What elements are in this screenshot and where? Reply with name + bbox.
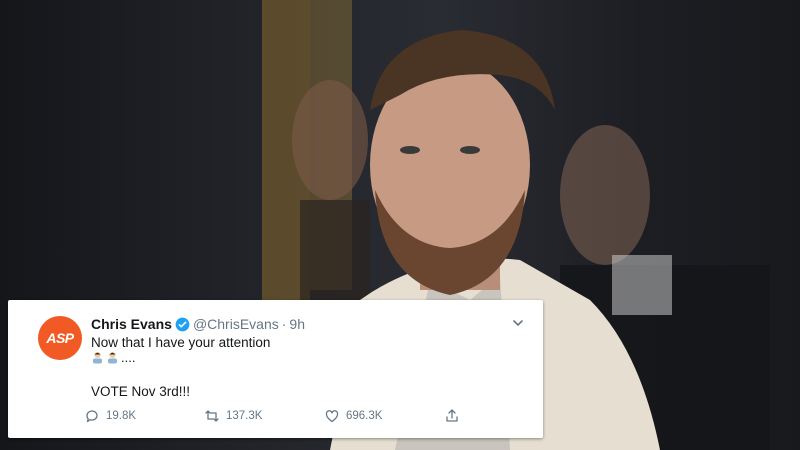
like-count: 696.3K: [346, 410, 383, 422]
share-icon: [446, 409, 458, 422]
heart-icon: [325, 410, 339, 423]
user-handle[interactable]: @ChrisEvans: [193, 316, 279, 332]
tweet-card[interactable]: ASP Chris Evans @ChrisEvans · 9h Now tha…: [8, 300, 543, 438]
like-button[interactable]: 696.3K: [324, 408, 382, 424]
man-technologist-emoji-icon-2: [106, 351, 119, 364]
tweet-timestamp[interactable]: 9h: [289, 316, 305, 332]
blurred-person-right: [560, 125, 650, 265]
reply-icon: [86, 410, 98, 423]
share-button[interactable]: [444, 408, 460, 424]
separator-dot: ·: [281, 316, 287, 332]
retweet-icon: [205, 410, 219, 422]
emoji-row: ....: [91, 350, 135, 365]
tweet-text-line2: VOTE Nov 3rd!!!: [91, 384, 191, 399]
verified-badge-icon: [175, 317, 190, 332]
avatar[interactable]: ASP: [38, 316, 82, 360]
emoji-suffix-text: ....: [121, 350, 136, 365]
tweet-actions: 19.8K 137.3K 696.3K: [84, 408, 474, 426]
retweet-count: 137.3K: [226, 410, 263, 422]
reply-button[interactable]: 19.8K: [84, 408, 136, 424]
tweet-header: Chris Evans @ChrisEvans · 9h: [91, 316, 305, 332]
avatar-logo-text: ASP: [46, 330, 74, 346]
blurred-person-left: [292, 80, 368, 200]
tweet-text-line1: Now that I have your attention: [91, 335, 271, 350]
chevron-down-icon[interactable]: [511, 316, 525, 330]
reply-count: 19.8K: [106, 410, 137, 422]
retweet-button[interactable]: 137.3K: [204, 408, 262, 424]
man-technologist-emoji-icon: [91, 351, 104, 364]
display-name[interactable]: Chris Evans: [91, 316, 172, 332]
